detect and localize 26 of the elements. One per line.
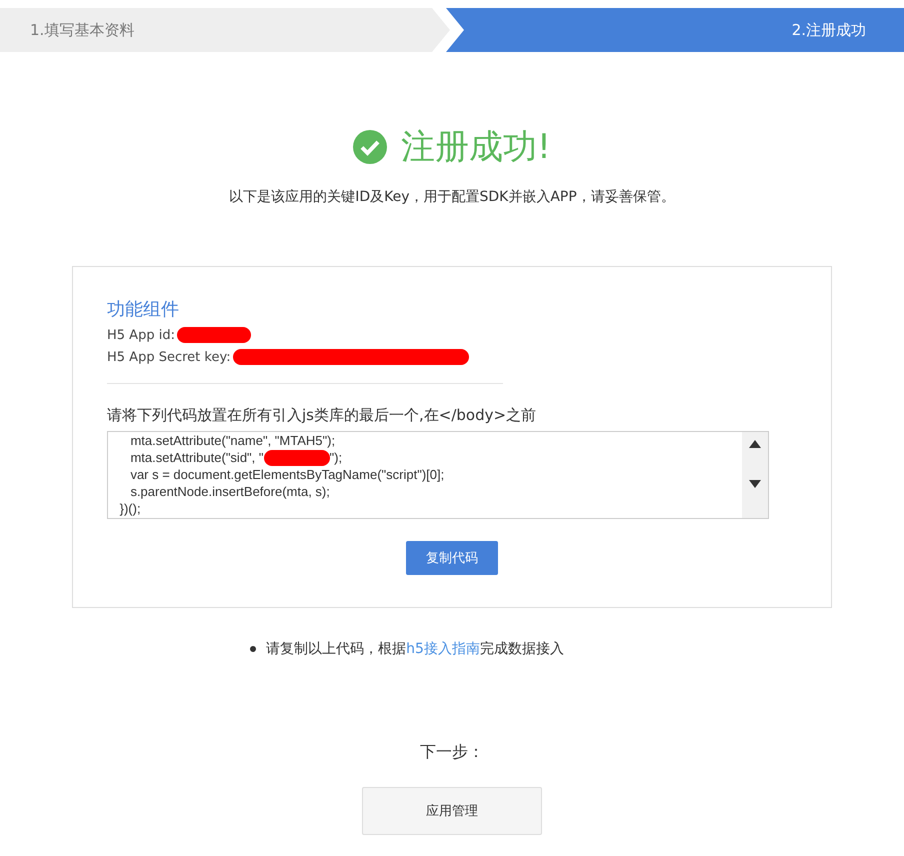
success-subtitle: 以下是该应用的关键ID及Key，用于配置SDK并嵌入APP，请妥善保管。 (229, 188, 675, 206)
copy-code-button[interactable]: 复制代码 (406, 541, 498, 575)
hint-text: 请复制以上代码，根据h5接入指南完成数据接入 (266, 640, 564, 658)
next-step-label: 下一步： (420, 742, 484, 763)
code-line: })(); (118, 500, 141, 517)
code-line: s.parentNode.insertBefore(mta, s); (129, 483, 330, 500)
success-title: 注册成功! (401, 126, 551, 169)
field-label: H5 App Secret key: (107, 350, 231, 364)
code-line: var s = document.getElementsByTagName("script")[0]; (129, 466, 444, 483)
redaction-mark (264, 450, 330, 466)
code-instruction: 请将下列代码放置在所有引入js类库的最后一个,在</body>之前 (107, 406, 536, 425)
check-circle-icon (353, 130, 388, 164)
code-line: mta.setAttribute("name", "MTAH5"); (129, 432, 336, 449)
step-tab[interactable]: 2.注册成功 (446, 8, 904, 52)
code-line: mta.setAttribute("sid", " (129, 449, 264, 466)
code-area[interactable]: mta.setAttribute("name", "MTAH5"); mta.setAttribute("sid", " "); var s = document.getElementsByTagName("script")[0]; s.parentNode.insertBefore(mta, s); })(); (107, 431, 769, 519)
scroll-up-icon[interactable] (749, 440, 761, 448)
field-label: H5 App id: (107, 328, 175, 342)
code-line: "); (330, 449, 342, 466)
step-tab[interactable]: 1.填写基本资料 (0, 8, 450, 52)
app-management-button[interactable]: 应用管理 (362, 787, 542, 835)
guide-link[interactable]: h5接入指南 (406, 641, 480, 657)
bullet-icon (250, 646, 256, 652)
scrollbar[interactable] (742, 432, 768, 518)
scroll-down-icon[interactable] (749, 480, 761, 488)
card-title: 功能组件 (107, 298, 179, 321)
